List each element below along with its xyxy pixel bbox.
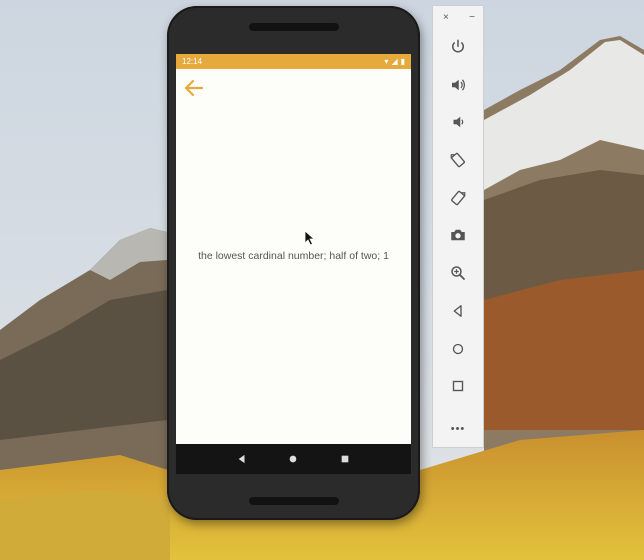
power-icon[interactable]	[433, 34, 483, 60]
camera-icon[interactable]	[433, 222, 483, 248]
home-icon[interactable]	[433, 336, 483, 362]
home-circle-icon[interactable]	[286, 452, 300, 466]
mouse-cursor-icon	[304, 230, 316, 246]
minimize-button[interactable]: −	[469, 12, 475, 23]
close-button[interactable]: ×	[443, 12, 449, 23]
status-icons: ▾ ◢ ▮	[384, 56, 405, 66]
back-icon[interactable]	[433, 298, 483, 324]
status-bar: 12:14 ▾ ◢ ▮	[176, 54, 411, 69]
volume-up-icon[interactable]	[433, 72, 483, 98]
arrow-back-icon[interactable]	[182, 76, 206, 100]
signal-icon: ◢	[391, 56, 398, 66]
volume-down-icon[interactable]	[433, 109, 483, 135]
rotate-right-icon[interactable]	[433, 185, 483, 211]
zoom-icon[interactable]	[433, 260, 483, 286]
android-nav-bar	[176, 444, 411, 474]
back-triangle-icon[interactable]	[235, 452, 249, 466]
battery-icon: ▮	[400, 56, 405, 66]
emulator-toolbar: × − •••	[432, 5, 484, 448]
phone-screen: 12:14 ▾ ◢ ▮ the lowest cardinal number; …	[176, 54, 411, 474]
android-phone-frame: 12:14 ▾ ◢ ▮ the lowest cardinal number; …	[167, 6, 420, 520]
recents-square-icon[interactable]	[338, 452, 352, 466]
bottom-speaker	[249, 497, 339, 505]
toolbar-window-controls: × −	[433, 6, 483, 23]
more-icon[interactable]: •••	[433, 416, 483, 442]
earpiece-speaker	[249, 23, 339, 31]
rotate-left-icon[interactable]	[433, 147, 483, 173]
overview-icon[interactable]	[433, 373, 483, 399]
status-time: 12:14	[182, 57, 203, 66]
definition-text: the lowest cardinal number; half of two;…	[198, 250, 389, 262]
wifi-icon: ▾	[384, 56, 389, 66]
